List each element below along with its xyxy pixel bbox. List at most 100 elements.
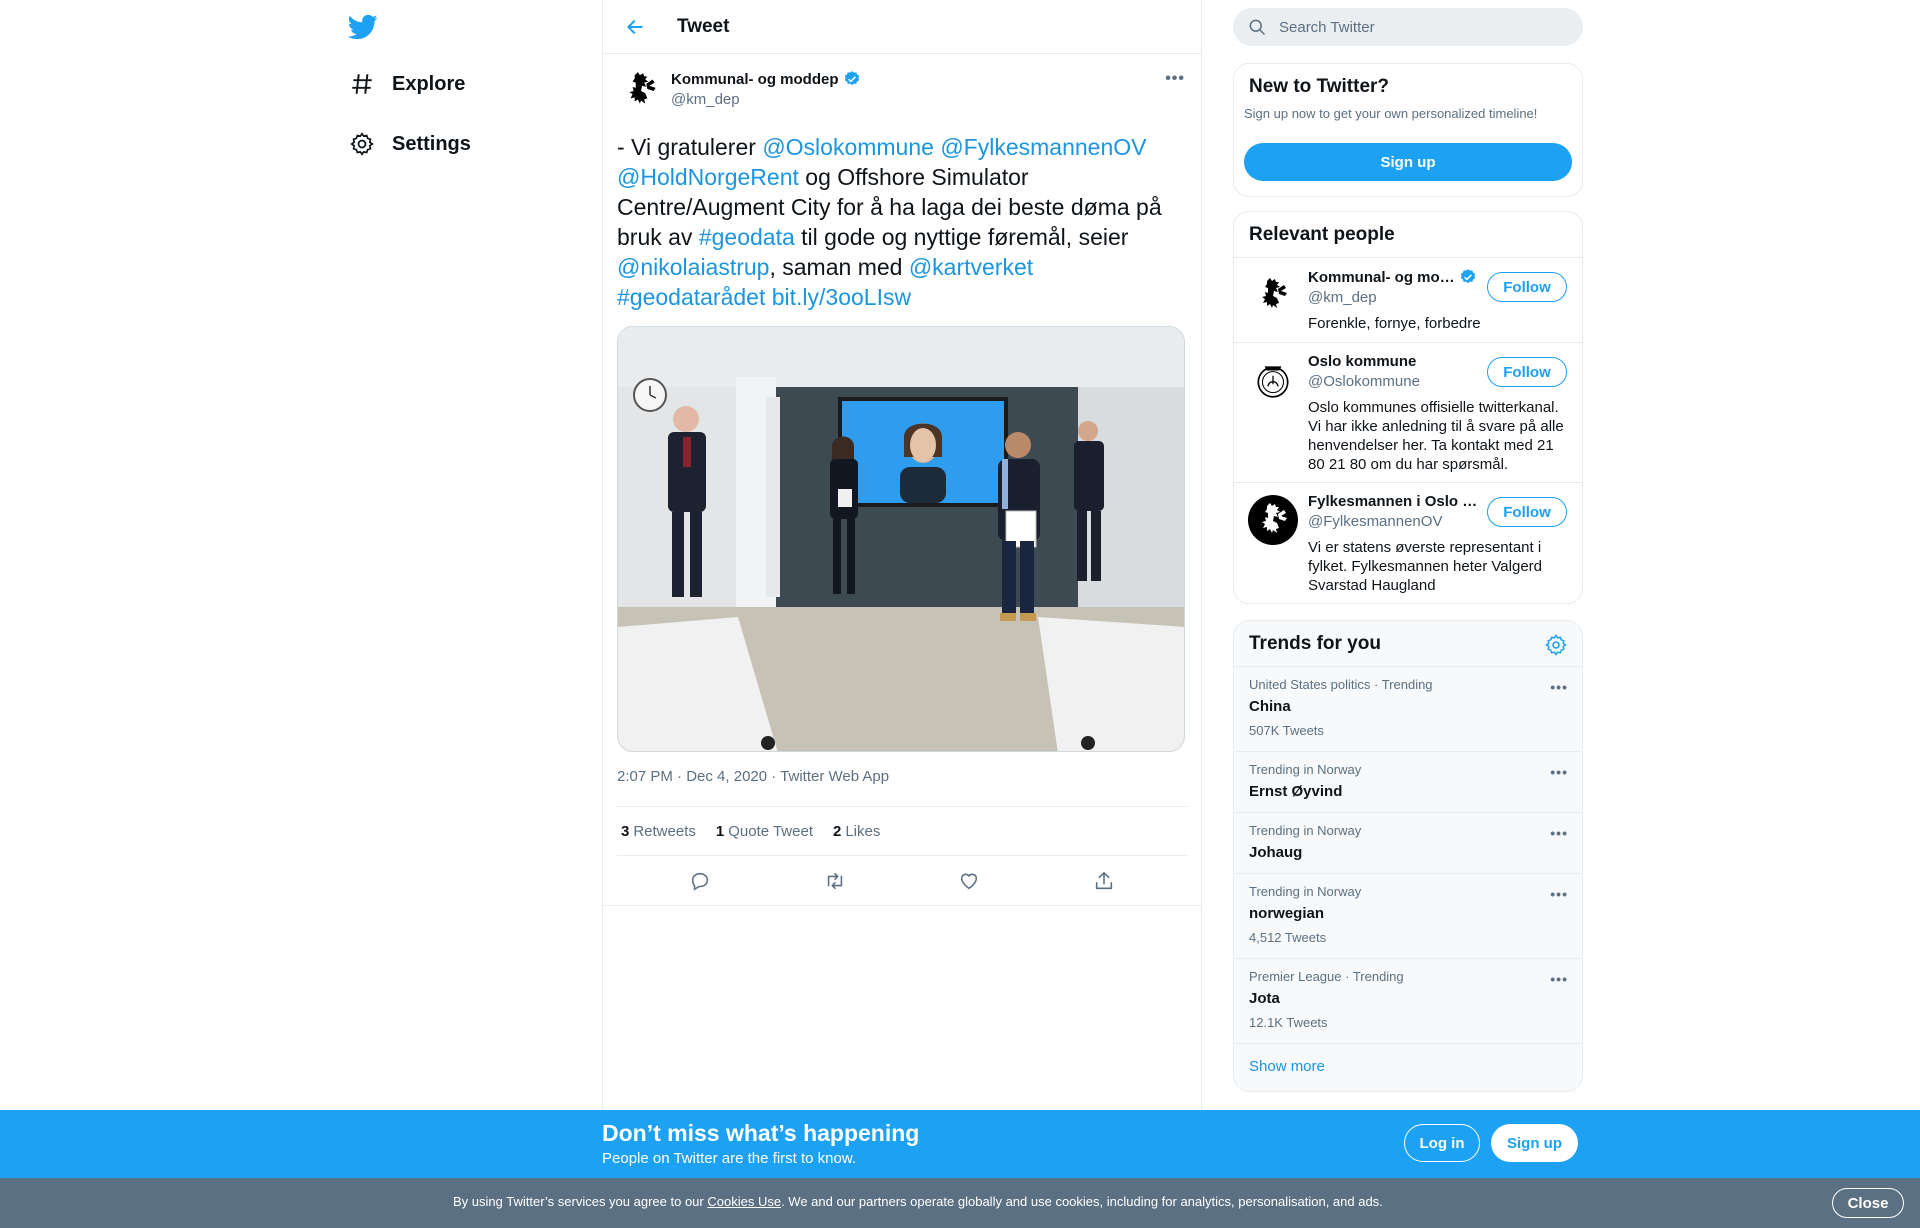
search-bar[interactable] <box>1233 8 1583 46</box>
person-item[interactable]: Fylkesmannen i Oslo … @FylkesmannenOV Vi… <box>1234 483 1582 603</box>
person-name-text: Fylkesmannen i Oslo … <box>1308 493 1478 510</box>
relevant-people-card: Relevant people Kommunal- og mo… @km_dep… <box>1233 211 1583 604</box>
norway-lion-emblem-icon <box>629 72 656 104</box>
cookie-close-button[interactable]: Close <box>1832 1188 1904 1218</box>
gear-icon <box>348 130 376 158</box>
person-item[interactable]: Kommunal- og mo… @km_dep Forenkle, forny… <box>1234 258 1582 343</box>
cookie-text: By using Twitter’s services you agree to… <box>453 1194 1383 1209</box>
retweets-label: Retweets <box>633 822 696 840</box>
trend-more-button[interactable]: ••• <box>1550 825 1568 841</box>
trend-count: 4,512 Tweets <box>1249 930 1327 945</box>
likes-label: Likes <box>845 822 881 840</box>
trends-card: Trends for you United States politics · … <box>1233 620 1583 1092</box>
follow-button[interactable]: Follow <box>1487 272 1567 302</box>
trend-more-button[interactable]: ••• <box>1550 679 1568 695</box>
person-name[interactable]: Oslo kommune <box>1308 353 1478 370</box>
hashtag-link[interactable]: #geodata <box>699 224 795 250</box>
retweet-button[interactable] <box>817 863 853 899</box>
mention-link[interactable]: @nikolaiastrup <box>617 254 769 280</box>
tweet-more-button[interactable]: ••• <box>1165 70 1185 88</box>
mention-link[interactable]: @FylkesmannenOV <box>940 134 1146 160</box>
author-name[interactable]: Kommunal- og moddep <box>671 70 861 88</box>
tweet-text: - Vi gratulerer @Oslokommune @Fylkesmann… <box>617 132 1177 312</box>
trend-more-button[interactable]: ••• <box>1550 886 1568 902</box>
avatar[interactable] <box>617 66 665 114</box>
tweet: Kommunal- og moddep @km_dep ••• - Vi gra… <box>603 54 1201 906</box>
trend-context: Trending in Norway <box>1249 823 1362 838</box>
trend-item[interactable]: Trending in Norway norwegian 4,512 Tweet… <box>1234 874 1582 959</box>
tweet-text-part: - Vi gratulerer <box>617 134 763 160</box>
trend-more-button[interactable]: ••• <box>1550 764 1568 780</box>
login-button[interactable]: Log in <box>1404 1124 1480 1162</box>
reply-button[interactable] <box>682 863 718 899</box>
quote-tweets-stat[interactable]: 1 Quote Tweet <box>716 823 813 840</box>
trend-count: 507K Tweets <box>1249 723 1324 738</box>
trend-count: 12.1K Tweets <box>1249 1015 1328 1030</box>
likes-count: 2 <box>833 822 842 840</box>
follow-button[interactable]: Follow <box>1487 497 1567 527</box>
meta-separator: · <box>672 768 687 785</box>
avatar[interactable] <box>1248 270 1298 320</box>
person-bio: Oslo kommunes offisielle twitterkanal. V… <box>1308 399 1564 473</box>
mention-link[interactable]: @HoldNorgeRent <box>617 164 799 190</box>
tweet-source[interactable]: Twitter Web App <box>780 768 889 785</box>
trend-item[interactable]: United States politics · Trending China … <box>1234 667 1582 752</box>
tweet-time[interactable]: 2:07 PM <box>617 768 673 785</box>
nav-settings[interactable]: Settings <box>348 122 471 166</box>
nav-settings-label: Settings <box>392 132 471 155</box>
trend-item[interactable]: Trending in Norway Ernst Øyvind ••• <box>1234 752 1582 813</box>
mention-link[interactable]: @kartverket <box>909 254 1033 280</box>
new-to-twitter-card: New to Twitter? Sign up now to get your … <box>1233 63 1583 197</box>
tweet-photo[interactable] <box>617 326 1185 752</box>
trend-item[interactable]: Premier League · Trending Jota 12.1K Twe… <box>1234 959 1582 1044</box>
follow-button[interactable]: Follow <box>1487 357 1567 387</box>
trend-context: Premier League · Trending <box>1249 969 1404 984</box>
new-card-subtitle: Sign up now to get your own personalized… <box>1244 106 1538 121</box>
retweets-count: 3 <box>621 822 630 840</box>
trend-item[interactable]: Trending in Norway Johaug ••• <box>1234 813 1582 874</box>
avatar[interactable] <box>1248 355 1298 405</box>
person-name[interactable]: Fylkesmannen i Oslo … <box>1308 493 1478 510</box>
back-button[interactable] <box>615 7 655 47</box>
sidebar-signup-button[interactable]: Sign up <box>1244 143 1572 181</box>
twitter-logo-icon[interactable] <box>347 12 378 42</box>
cookies-use-link[interactable]: Cookies Use <box>707 1194 781 1209</box>
search-input[interactable] <box>1279 18 1559 36</box>
quote-label: Quote Tweet <box>728 822 813 840</box>
trend-more-button[interactable]: ••• <box>1550 971 1568 987</box>
author-name-text: Kommunal- og moddep <box>671 70 839 88</box>
main-column: Tweet Kommunal- og moddep @km_dep ••• - … <box>602 0 1202 1110</box>
tweet-text-part: til gode og nyttige føremål, seier <box>794 224 1129 250</box>
nav-explore[interactable]: Explore <box>348 62 465 106</box>
hashtag-link[interactable]: #geodatarådet <box>617 284 765 310</box>
author-handle[interactable]: @km_dep <box>671 91 861 108</box>
nav-explore-label: Explore <box>392 72 466 95</box>
back-arrow-icon <box>627 19 643 34</box>
likes-stat[interactable]: 2 Likes <box>833 823 880 840</box>
retweet-icon <box>827 872 842 889</box>
verified-badge-icon <box>1460 269 1475 284</box>
share-button[interactable] <box>1086 863 1122 899</box>
retweets-stat[interactable]: 3 Retweets <box>621 823 696 840</box>
tweet-author: Kommunal- og moddep @km_dep <box>617 66 1187 122</box>
banner-signup-button[interactable]: Sign up <box>1491 1124 1578 1162</box>
new-card-title: New to Twitter? <box>1249 76 1390 97</box>
heart-icon <box>961 873 978 889</box>
meta-separator: · <box>767 768 781 785</box>
oslo-seal-icon <box>1257 366 1289 398</box>
avatar[interactable] <box>1248 495 1298 545</box>
person-bio: Vi er statens øverste representant i fyl… <box>1308 539 1543 594</box>
person-name[interactable]: Kommunal- og mo… <box>1308 268 1478 286</box>
person-name-text: Kommunal- og mo… <box>1308 268 1455 286</box>
tweet-date[interactable]: Dec 4, 2020 <box>686 768 767 785</box>
trends-settings-gear-icon[interactable] <box>1544 633 1568 657</box>
show-more-link[interactable]: Show more <box>1234 1044 1582 1089</box>
tweet-actions <box>603 856 1201 906</box>
person-bio: Forenkle, fornye, forbedre <box>1308 315 1481 332</box>
person-item[interactable]: Oslo kommune @Oslokommune Oslo kommunes … <box>1234 343 1582 483</box>
trend-name: norwegian <box>1249 905 1325 922</box>
trend-context: Trending in Norway <box>1249 762 1362 777</box>
mention-link[interactable]: @Oslokommune <box>762 134 934 160</box>
url-link[interactable]: bit.ly/3ooLIsw <box>772 284 911 310</box>
like-button[interactable] <box>951 863 987 899</box>
